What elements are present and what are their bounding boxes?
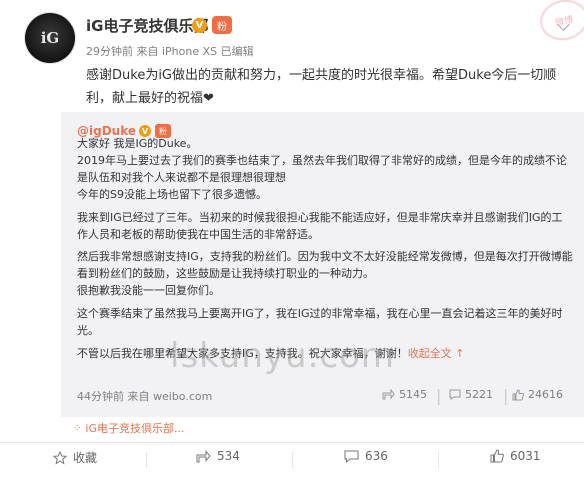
repost-text: 大家好 我是IG的Duke。 2019年马上要过去了我们的赛季也结束了，虽然去年… [77,136,573,363]
repost-like-stat[interactable]: 24616 [512,388,563,401]
stat-divider: | [436,386,442,405]
repost-paragraph: 今年的S9没能上场也留下了很多遗憾。 [77,187,267,201]
reply-preview[interactable]: ⁘ iG电子竞技俱乐部... [73,420,184,436]
collect-button[interactable]: 收藏 [53,449,97,466]
author-name[interactable]: iG电子竞技俱乐部 [86,15,208,36]
repost-share-stat[interactable]: 5145 [382,388,427,401]
post-time[interactable]: 29分钟前 [86,45,133,58]
collapse-link[interactable]: 收起全文 ↑ [408,347,465,360]
post-source: 来自 iPhone XS [136,45,218,58]
stat-divider: | [503,386,509,405]
post-meta: 29分钟前 来自 iPhone XS 已编辑 [86,43,254,59]
post-text: 感谢Duke为iG做出的贡献和努力，一起共度的时光很幸福。希望Duke今后一切顺… [86,68,557,106]
repost-time[interactable]: 44分钟前 [77,390,124,403]
comment-icon [344,450,359,463]
repost-paragraph: 这个赛季结束了虽然我马上要离开IG了，我在IG过的非常幸福，我在心里一直会记着这… [77,307,563,338]
repost-paragraph: 2019年马上要过去了我们的赛季也结束了，虽然去年我们取得了非常好的成绩，但是今… [77,153,567,184]
fan-badge-icon[interactable]: 粉 [212,16,232,34]
share-icon [196,449,211,462]
repost-paragraph: 很抱歉我没能一一回复你们。 [77,284,220,298]
edited-label[interactable]: 已编辑 [221,45,254,58]
divider [0,442,584,443]
repost-paragraph: 我来到IG已经过了三年。当初来的时候我很担心我能不能适应好，但是非常庆幸并且感谢… [77,210,563,241]
action-divider [146,452,147,468]
share-icon [382,389,395,400]
share-button[interactable]: 534 [196,449,240,463]
repost-meta: 44分钟前 来自 weibo.com [77,388,212,404]
verified-badge-icon: V [192,18,207,33]
repost-paragraph: 大家好 我是IG的Duke。 [77,137,198,150]
site-watermark: lskunyu.com [170,336,395,376]
avatar[interactable]: iG [25,13,75,63]
comment-icon [449,389,461,400]
action-divider [292,452,293,468]
thumbs-up-icon [512,388,524,400]
repost-comment-stat[interactable]: 5221 [449,388,493,401]
thumbs-up-icon [490,449,504,463]
dots-icon: ⁘ [73,422,82,434]
action-divider [438,452,439,468]
watermark-stamp: 微博 [536,0,584,45]
like-button[interactable]: 6031 [490,449,541,463]
repost-source: 来自 weibo.com [127,390,213,403]
repost-paragraph: 然后我非常想感谢支持IG，支持我的粉丝们。因为我中文不太好没能经常发微博，但是每… [77,250,573,281]
star-icon [53,450,67,465]
comment-button[interactable]: 636 [344,449,388,463]
